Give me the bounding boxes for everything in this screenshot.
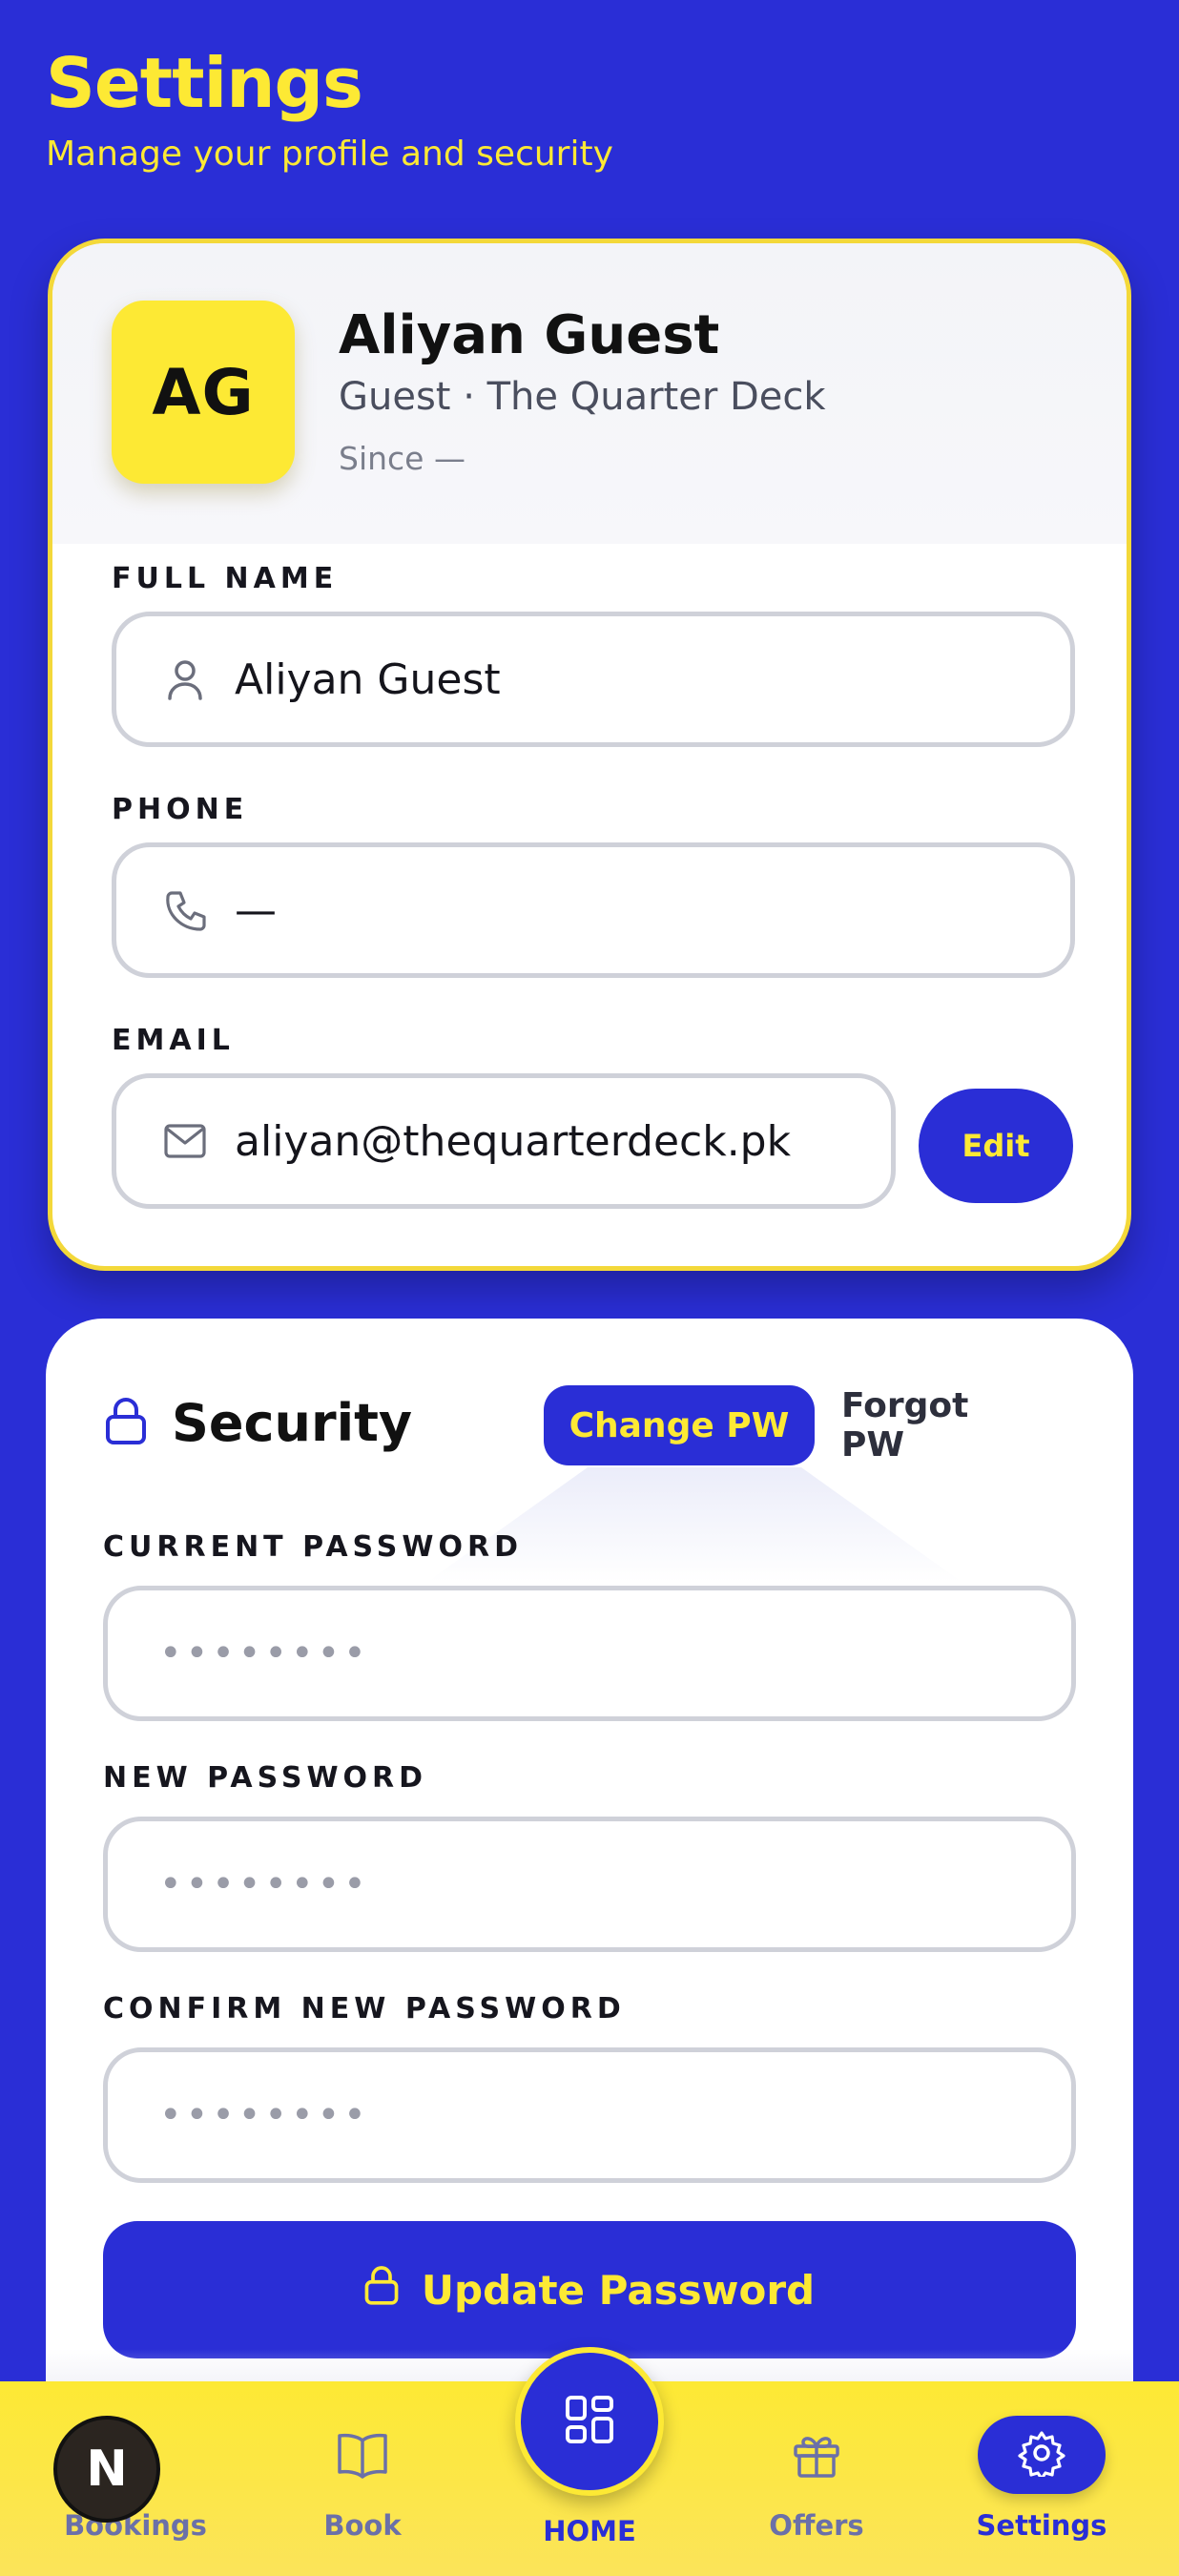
full-name-field[interactable]: Aliyan Guest <box>112 612 1075 747</box>
dev-badge-icon[interactable]: N <box>53 2416 160 2523</box>
nav-offers-label: Offers <box>769 2509 864 2542</box>
book-icon <box>336 2421 389 2488</box>
profile-card: AG Aliyan Guest Guest · The Quarter Deck… <box>48 239 1131 1271</box>
new-password-placeholder: •••••••• <box>159 1862 370 1906</box>
current-password-input[interactable]: •••••••• <box>103 1586 1076 1721</box>
email-label: EMAIL <box>112 1024 235 1057</box>
settings-pill <box>978 2416 1106 2494</box>
lock-icon <box>364 2265 399 2315</box>
current-password-placeholder: •••••••• <box>159 1631 370 1675</box>
tab-forgot-pw[interactable]: Forgot PW <box>841 1385 1023 1465</box>
mail-icon <box>162 1118 208 1164</box>
gift-icon <box>792 2421 841 2488</box>
nav-settings[interactable]: Settings <box>937 2381 1147 2576</box>
nav-offers[interactable]: Offers <box>712 2381 921 2576</box>
full-name-label: FULL NAME <box>112 562 339 595</box>
confirm-password-input[interactable]: •••••••• <box>103 2047 1076 2183</box>
page-header: Settings Manage your profile and securit… <box>46 43 613 175</box>
nav-home-label: HOME <box>543 2515 636 2547</box>
profile-role: Guest · The Quarter Deck <box>339 375 826 419</box>
email-field[interactable]: aliyan@thequarterdeck.pk <box>112 1073 896 1209</box>
confirm-password-label: CONFIRM NEW PASSWORD <box>103 1992 626 2025</box>
grid-icon <box>565 2395 614 2448</box>
new-password-input[interactable]: •••••••• <box>103 1817 1076 1952</box>
nav-book-label: Book <box>323 2509 402 2542</box>
update-password-label: Update Password <box>421 2266 816 2314</box>
security-title: Security <box>172 1393 413 1453</box>
tab-change-pw[interactable]: Change PW <box>544 1385 815 1465</box>
settings-pill-bg <box>978 2416 1106 2494</box>
new-password-label: NEW PASSWORD <box>103 1761 428 1795</box>
update-password-button[interactable]: Update Password <box>103 2221 1076 2358</box>
gear-icon <box>1018 2429 1065 2481</box>
tab-indicator-glow <box>427 1467 962 1582</box>
nav-book[interactable]: Book <box>258 2381 467 2576</box>
nav-home[interactable] <box>515 2347 664 2496</box>
page-subtitle: Manage your profile and security <box>46 135 613 175</box>
bottom-nav: Bookings N Book HOME Offers Settings <box>0 2347 1179 2576</box>
email-value: aliyan@thequarterdeck.pk <box>235 1116 792 1166</box>
edit-email-button[interactable]: Edit <box>919 1089 1073 1203</box>
lock-icon <box>105 1397 147 1448</box>
confirm-password-placeholder: •••••••• <box>159 2093 370 2137</box>
phone-value: — <box>235 885 277 935</box>
profile-since: Since — <box>339 440 465 477</box>
phone-label: PHONE <box>112 793 249 826</box>
phone-field[interactable]: — <box>112 842 1075 978</box>
profile-name: Aliyan Guest <box>339 304 720 366</box>
nav-settings-label: Settings <box>976 2509 1107 2542</box>
current-password-label: CURRENT PASSWORD <box>103 1530 523 1564</box>
full-name-value: Aliyan Guest <box>235 654 501 704</box>
phone-icon <box>162 887 208 933</box>
avatar: AG <box>112 301 295 484</box>
page-title: Settings <box>46 43 363 123</box>
user-icon <box>162 656 208 702</box>
